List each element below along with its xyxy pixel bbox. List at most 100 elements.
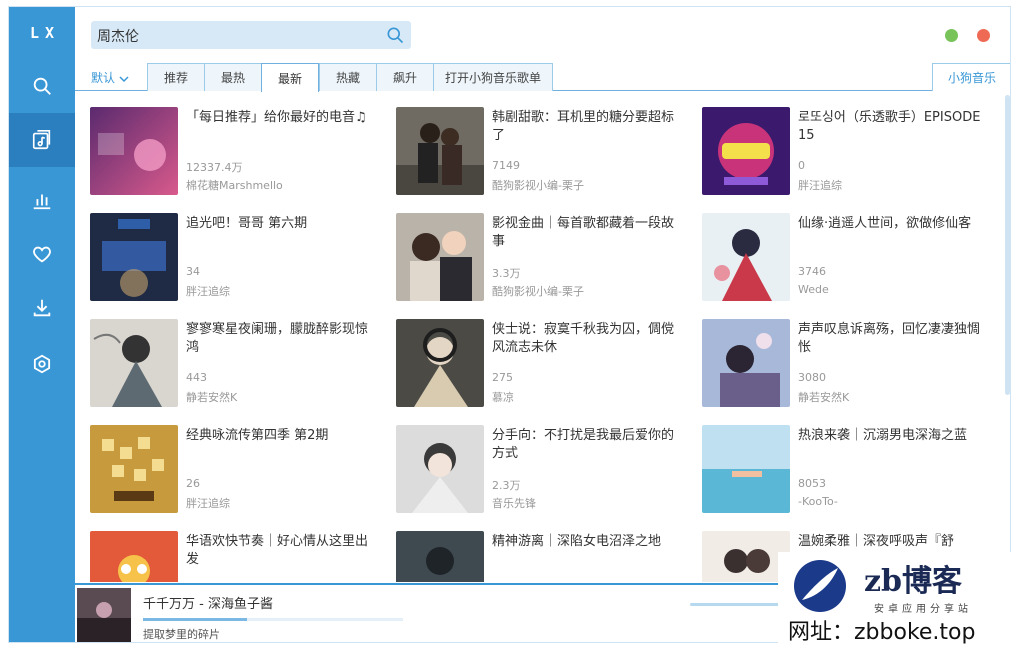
- tab-bar: 默认 推荐 最热 最新 热藏 飙升 打开小狗音乐歌单 小狗音乐: [75, 63, 1010, 92]
- playlist-title: 追光吧！哥哥 第六期: [186, 216, 308, 231]
- playlist-title: 分手向：不打扰是我最后爱你的方式: [492, 428, 675, 461]
- playlist-cover: [396, 107, 484, 195]
- watermark: zb博客 安卓应用分享站 网址：zbboke.top: [778, 552, 1016, 648]
- sidebar-item-favorites[interactable]: [9, 227, 75, 281]
- play-count: 3.3万: [492, 267, 521, 280]
- playlist-author: 胖汪追综: [798, 179, 842, 192]
- play-count: 12337.4万: [186, 161, 243, 174]
- playlist-cover: [90, 531, 178, 582]
- playlist-author: 胖汪追综: [186, 285, 230, 298]
- playlist-cover: [702, 319, 790, 407]
- playlist-card[interactable]: 经典咏流传第四季 第2期 26 胖汪追综: [90, 425, 380, 515]
- sort-dropdown[interactable]: 默认: [91, 69, 129, 86]
- play-count: 3080: [798, 371, 826, 384]
- playlist-cover: [90, 425, 178, 513]
- tab-newest[interactable]: 最新: [261, 63, 319, 92]
- playlist-cover: [702, 107, 790, 195]
- source-tab[interactable]: 小狗音乐: [932, 63, 1010, 91]
- playlist-grid: 「每日推荐」给你最好的电音♫ 12337.4万 棉花糖Marshmello 韩剧…: [75, 92, 1005, 582]
- playlist-title: 温婉柔雅｜深夜呼吸声『舒: [798, 534, 955, 549]
- gear-icon: [33, 354, 51, 374]
- download-icon: [33, 299, 51, 317]
- playlist-cover: [702, 531, 790, 582]
- vertical-scrollbar[interactable]: [1005, 95, 1010, 395]
- playlist-title: 影视金曲｜每首歌都藏着一段故事: [492, 216, 675, 249]
- minimize-button[interactable]: [945, 29, 958, 42]
- play-count: 7149: [492, 159, 520, 172]
- playlist-card[interactable]: 精神游离｜深陷女电沼泽之地: [396, 531, 686, 582]
- playlist-card[interactable]: 华语欢快节奏｜好心情从这里出发: [90, 531, 380, 582]
- search-icon[interactable]: [385, 25, 405, 45]
- play-count: 3746: [798, 265, 826, 278]
- volume-slider[interactable]: [690, 603, 780, 606]
- now-playing-cover[interactable]: [77, 588, 131, 642]
- tab-recommend[interactable]: 推荐: [147, 63, 205, 91]
- now-playing-lyric: 提取梦里的碎片: [143, 628, 220, 641]
- tab-open-playlist[interactable]: 打开小狗音乐歌单: [433, 63, 553, 91]
- sidebar-item-leaderboard[interactable]: [9, 173, 75, 227]
- play-count: 2.3万: [492, 479, 521, 492]
- play-count: 0: [798, 159, 805, 172]
- playlist-card[interactable]: 分手向：不打扰是我最后爱你的方式 2.3万 音乐先锋: [396, 425, 686, 515]
- playlist-card[interactable]: 影视金曲｜每首歌都藏着一段故事 3.3万 酷狗影视小编-栗子: [396, 213, 686, 303]
- close-button[interactable]: [977, 29, 990, 42]
- playlist-card[interactable]: 로또싱어（乐透歌手）EPISODE 15 0 胖汪追综: [702, 107, 992, 197]
- play-count: 26: [186, 477, 200, 490]
- sidebar-item-search[interactable]: [9, 59, 75, 113]
- progress-bar[interactable]: [143, 618, 403, 621]
- playlist-author: 静若安然K: [798, 391, 850, 404]
- playlist-title: 「每日推荐」给你最好的电音♫: [186, 110, 367, 125]
- play-count: 34: [186, 265, 200, 278]
- playlist-author: 静若安然K: [186, 391, 238, 404]
- playlist-title: 华语欢快节奏｜好心情从这里出发: [186, 534, 369, 567]
- playlist-card[interactable]: 侠士说：寂寞千秋我为囚，倜傥风流志未休 275 慕凉: [396, 319, 686, 409]
- playlist-author: Wede: [798, 283, 829, 296]
- play-count: 443: [186, 371, 207, 384]
- playlist-cover: [396, 319, 484, 407]
- sidebar-item-download[interactable]: [9, 281, 75, 335]
- search-input-value: 周杰伦: [97, 29, 139, 45]
- heart-icon: [33, 246, 51, 263]
- playlist-title: 热浪来袭｜沉溺男电深海之蓝: [798, 428, 968, 443]
- search-input[interactable]: 周杰伦: [91, 21, 411, 49]
- chart-bars-icon: [33, 194, 51, 210]
- search-icon: [33, 77, 51, 95]
- watermark-logo-icon: [794, 560, 846, 612]
- chevron-down-icon: [119, 75, 129, 82]
- app-logo: LX: [29, 24, 61, 42]
- sidebar-item-settings[interactable]: [9, 337, 75, 391]
- tab-hot-collect[interactable]: 热藏: [319, 63, 377, 91]
- playlist-author: 酷狗影视小编-栗子: [492, 179, 584, 192]
- playlist-card[interactable]: 追光吧！哥哥 第六期 34 胖汪追综: [90, 213, 380, 303]
- tab-rising[interactable]: 飙升: [376, 63, 434, 91]
- playlist-title: 仙缘·逍遥人世间，欲做修仙客: [798, 216, 972, 231]
- playlist-cover: [90, 319, 178, 407]
- app-window: LX 周杰伦 默认 推荐 最热 最新 热藏 飙升 打开小狗音乐歌单 小狗音乐 「…: [8, 6, 1011, 643]
- playlist-author: 慕凉: [492, 391, 514, 404]
- playlist-card[interactable]: 韩剧甜歌：耳机里的糖分要超标了 7149 酷狗影视小编-栗子: [396, 107, 686, 197]
- playlist-cover: [396, 425, 484, 513]
- playlist-cover: [396, 531, 484, 582]
- play-count: 8053: [798, 477, 826, 490]
- sort-dropdown-label: 默认: [91, 71, 116, 85]
- watermark-url: 网址：zbboke.top: [788, 620, 976, 645]
- tab-hottest[interactable]: 最热: [204, 63, 262, 91]
- playlist-author: 音乐先锋: [492, 497, 536, 510]
- playlist-title: 侠士说：寂寞千秋我为囚，倜傥风流志未休: [492, 322, 675, 355]
- playlist-author: -KooTo-: [798, 495, 838, 508]
- playlist-title: 经典咏流传第四季 第2期: [186, 428, 329, 443]
- playlist-title: 韩剧甜歌：耳机里的糖分要超标了: [492, 110, 675, 143]
- playlist-title: 로또싱어（乐透歌手）EPISODE 15: [798, 110, 981, 143]
- playlist-title: 寥寥寒星夜阑珊，朦胧醉影现惊鸿: [186, 322, 369, 355]
- playlist-card[interactable]: 声声叹息诉离殇，回忆凄凄独惆怅 3080 静若安然K: [702, 319, 992, 409]
- playlist-card[interactable]: 「每日推荐」给你最好的电音♫ 12337.4万 棉花糖Marshmello: [90, 107, 380, 197]
- now-playing-title: 千千万万 - 深海鱼子酱: [143, 597, 273, 612]
- watermark-subtitle: 安卓应用分享站: [874, 604, 972, 615]
- sidebar-item-song-list[interactable]: [9, 113, 75, 167]
- playlist-cover: [396, 213, 484, 301]
- music-list-icon: [32, 130, 51, 150]
- playlist-card[interactable]: 仙缘·逍遥人世间，欲做修仙客 3746 Wede: [702, 213, 992, 303]
- playlist-card[interactable]: 寥寥寒星夜阑珊，朦胧醉影现惊鸿 443 静若安然K: [90, 319, 380, 409]
- playlist-card[interactable]: 热浪来袭｜沉溺男电深海之蓝 8053 -KooTo-: [702, 425, 992, 515]
- playlist-cover: [702, 213, 790, 301]
